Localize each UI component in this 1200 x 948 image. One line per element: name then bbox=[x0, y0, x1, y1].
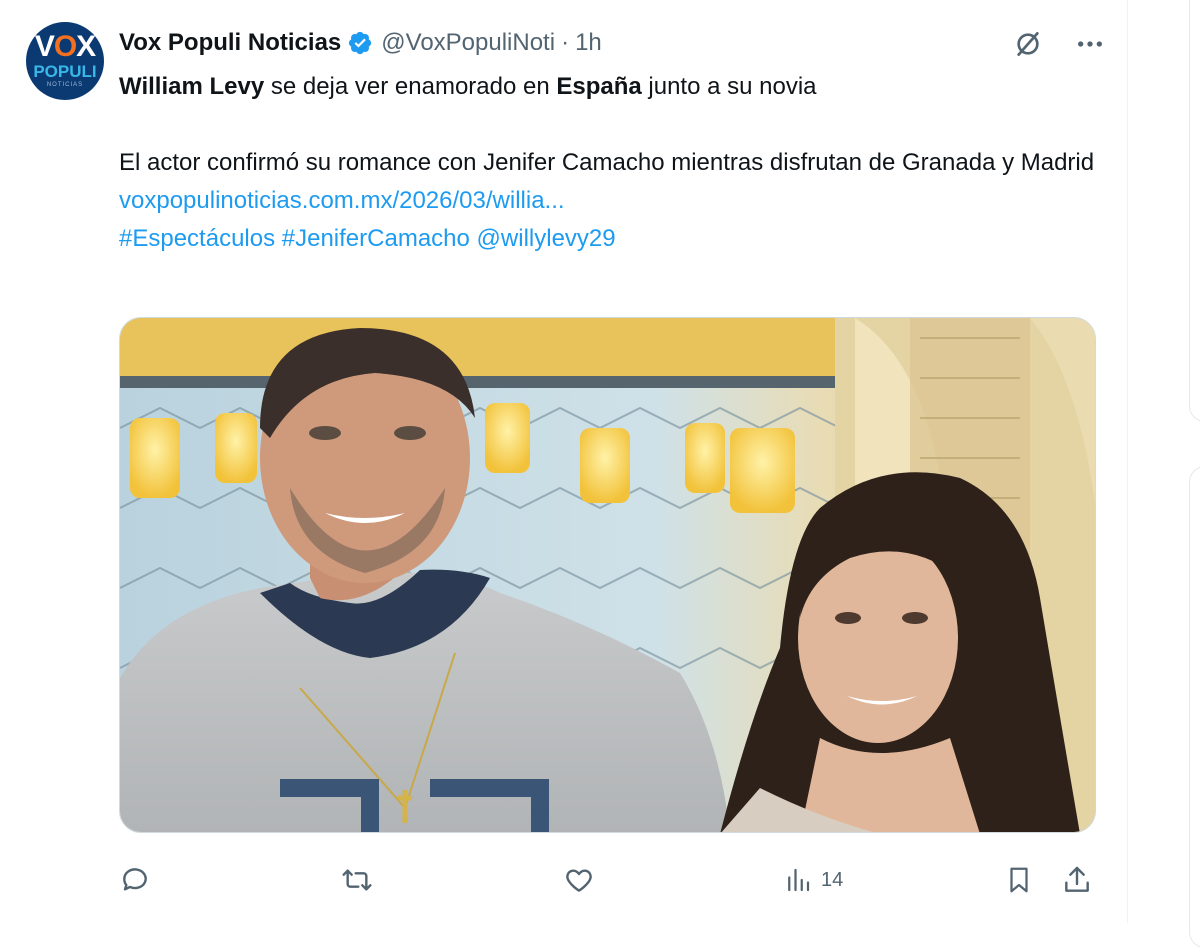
author-handle[interactable]: @VoxPopuliNoti bbox=[381, 29, 555, 57]
tweet-photo[interactable] bbox=[119, 317, 1096, 833]
hashtag-link-2[interactable]: #JeniferCamacho bbox=[282, 225, 470, 252]
retweet-icon[interactable] bbox=[339, 860, 375, 900]
views-count: 14 bbox=[821, 868, 844, 891]
avatar-logo-populi: POPULI bbox=[33, 62, 97, 81]
verified-badge-icon[interactable] bbox=[347, 30, 373, 56]
reply-icon[interactable] bbox=[119, 860, 151, 900]
mention-link[interactable]: @willylevy29 bbox=[477, 225, 616, 252]
tweet-top-actions bbox=[1012, 28, 1106, 65]
right-sidebar bbox=[1129, 0, 1200, 948]
tweet-text: William Levy se deja ver enamorado en Es… bbox=[119, 68, 1109, 258]
bookmark-icon[interactable] bbox=[1004, 860, 1034, 900]
tweet-time[interactable]: 1h bbox=[575, 29, 602, 57]
grok-icon[interactable] bbox=[1012, 28, 1044, 65]
views-icon bbox=[788, 868, 810, 892]
tweet-line-1-mid: se deja ver enamorado en bbox=[264, 73, 557, 100]
avatar-logo-text: VOX bbox=[34, 30, 96, 63]
photo-william-levy-and-jenifer-camacho bbox=[120, 318, 1095, 832]
more-icon[interactable] bbox=[1074, 28, 1106, 65]
tweet-header: Vox Populi Noticias @VoxPopuliNoti · 1h bbox=[119, 26, 602, 60]
separator-dot: · bbox=[561, 29, 570, 56]
tweet-card[interactable]: VOX POPULI NOTICIAS Vox Populi Noticias … bbox=[0, 0, 1128, 923]
tweet-line-1-end: junto a su novia bbox=[641, 73, 817, 100]
tweet-line-1: William Levy se deja ver enamorado en Es… bbox=[119, 68, 1109, 106]
sidebar-card bbox=[1189, 466, 1200, 948]
avatar-logo-subtitle: NOTICIAS bbox=[46, 82, 84, 88]
like-icon[interactable] bbox=[562, 860, 596, 900]
tweet-paragraph: El actor confirmó su romance con Jenifer… bbox=[119, 149, 1095, 176]
sidebar-card bbox=[1189, 0, 1200, 422]
share-icon[interactable] bbox=[1061, 860, 1093, 900]
tweet-bold-place: España bbox=[556, 73, 642, 100]
tweet-actions-bar: 14 bbox=[119, 860, 1096, 900]
tweet-url-link[interactable]: voxpopulinoticias.com.mx/2026/03/willia.… bbox=[119, 187, 565, 214]
views-button[interactable]: 14 bbox=[783, 860, 843, 900]
avatar[interactable]: VOX POPULI NOTICIAS bbox=[26, 22, 104, 100]
author-name[interactable]: Vox Populi Noticias bbox=[119, 29, 341, 57]
tweet-bold-name: William Levy bbox=[119, 73, 265, 100]
hashtag-link-1[interactable]: #Espectáculos bbox=[119, 225, 275, 252]
